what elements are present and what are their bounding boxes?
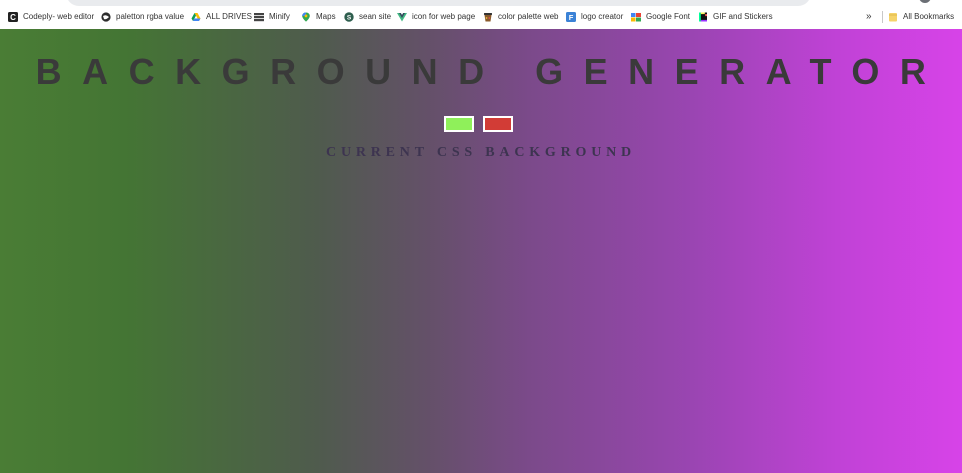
maps-pin-icon bbox=[301, 12, 311, 22]
current-css-heading: CURRENT CSS BACKGROUND bbox=[326, 145, 636, 160]
color-picker-2[interactable] bbox=[483, 116, 513, 132]
bookmark-maps[interactable]: Maps bbox=[301, 10, 336, 24]
gradient-page-body: BACKGROUND GENERATOR CURRENT CSS BACKGRO… bbox=[0, 29, 962, 473]
color-palette-cup-icon bbox=[483, 12, 493, 22]
sean-site-icon: S bbox=[344, 12, 354, 22]
logo-creator-f-icon: F bbox=[566, 12, 576, 22]
google-drive-icon bbox=[191, 12, 201, 22]
bookmark-all-drives[interactable]: ALL DRIVES bbox=[191, 10, 252, 24]
bookmark-google-font[interactable]: Google Font bbox=[631, 10, 690, 24]
browser-chrome: C Codeply- web editor paletton rgba valu… bbox=[0, 0, 962, 29]
bookmark-label: ALL DRIVES bbox=[206, 12, 252, 21]
folder-icon bbox=[888, 12, 898, 22]
bookmark-label: Minify bbox=[269, 12, 290, 21]
codeply-c-icon: C bbox=[8, 12, 18, 22]
bookmarks-overflow-chevron[interactable]: » bbox=[866, 10, 872, 24]
svg-text:C: C bbox=[10, 13, 16, 22]
all-bookmarks-label: All Bookmarks bbox=[903, 12, 955, 21]
bookmark-label: Google Font bbox=[646, 12, 691, 21]
bookmark-label: icon for web page bbox=[412, 12, 476, 21]
svg-text:F: F bbox=[569, 13, 574, 22]
bookmark-label: sean site bbox=[359, 12, 392, 21]
bookmark-label: color palette web bbox=[498, 12, 559, 21]
bookmark-label: Codeply- web editor bbox=[23, 12, 95, 21]
bookmark-label: GIF and Stickers bbox=[713, 12, 773, 21]
bookmark-sean-site[interactable]: S sean site bbox=[344, 10, 391, 24]
bookmark-logo-creator[interactable]: F logo creator bbox=[566, 10, 623, 24]
bookmark-minify[interactable]: Minify bbox=[254, 10, 290, 24]
color-picker-group bbox=[444, 116, 516, 133]
all-bookmarks-button[interactable]: All Bookmarks bbox=[888, 10, 954, 24]
vue-v-icon bbox=[397, 12, 407, 22]
address-bar[interactable] bbox=[66, 0, 811, 6]
minify-stack-icon bbox=[254, 12, 264, 22]
bookmarks-bar: C Codeply- web editor paletton rgba valu… bbox=[0, 7, 962, 27]
bookmarks-divider bbox=[882, 11, 883, 23]
page-title: BACKGROUND GENERATOR bbox=[35, 51, 947, 92]
bookmark-label: paletton rgba value bbox=[116, 12, 185, 21]
google-fonts-icon bbox=[631, 12, 641, 22]
bookmark-icon-for-web-page[interactable]: icon for web page bbox=[397, 10, 475, 24]
paletton-globe-icon bbox=[101, 12, 111, 22]
color-picker-1[interactable] bbox=[444, 116, 474, 132]
profile-avatar-icon[interactable] bbox=[919, 0, 931, 3]
bookmark-label: logo creator bbox=[581, 12, 624, 21]
svg-text:S: S bbox=[347, 14, 352, 21]
giphy-icon bbox=[698, 12, 708, 22]
bookmark-label: Maps bbox=[316, 12, 336, 21]
bookmark-gif-and-stickers[interactable]: GIF and Stickers bbox=[698, 10, 773, 24]
bookmark-paletton[interactable]: paletton rgba value bbox=[101, 10, 184, 24]
bookmark-color-palette-web[interactable]: color palette web bbox=[483, 10, 558, 24]
bookmark-codeply[interactable]: C Codeply- web editor bbox=[8, 10, 94, 24]
